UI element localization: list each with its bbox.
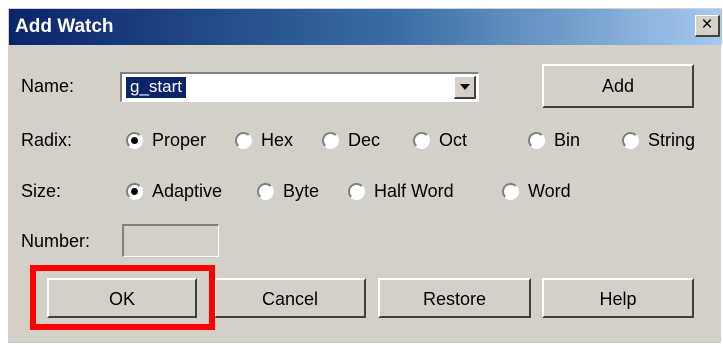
size-option-byte[interactable]: Byte (283, 181, 319, 202)
radix-radio-proper[interactable] (126, 132, 143, 149)
radix-radio-oct[interactable] (413, 132, 430, 149)
size-option-word[interactable]: Word (528, 181, 571, 202)
size-radio-word[interactable] (502, 183, 519, 200)
radix-radio-hex[interactable] (235, 132, 252, 149)
radix-option-oct[interactable]: Oct (439, 130, 467, 151)
radix-option-proper[interactable]: Proper (152, 130, 206, 151)
close-button[interactable]: × (695, 15, 720, 37)
radix-option-dec[interactable]: Dec (348, 130, 380, 151)
radix-option-hex[interactable]: Hex (261, 130, 293, 151)
cancel-button-label: Cancel (261, 289, 319, 309)
name-label: Name: (21, 76, 75, 96)
add-watch-dialog: Add Watch × Name: g_start Add Radix: Pro… (8, 8, 722, 343)
help-button-label: Help (599, 289, 637, 309)
close-icon: × (701, 14, 713, 35)
title-bar: Add Watch × (9, 9, 722, 45)
help-button[interactable]: Help (542, 278, 694, 318)
size-label: Size: (21, 181, 62, 201)
size-radio-byte[interactable] (257, 183, 274, 200)
name-combobox[interactable]: g_start (120, 72, 479, 102)
ok-button-highlight (30, 265, 215, 330)
restore-button[interactable]: Restore (378, 278, 531, 318)
radix-radio-bin[interactable] (528, 132, 545, 149)
size-radio-adaptive[interactable] (126, 183, 143, 200)
dialog-title: Add Watch (15, 16, 114, 37)
radix-label: Radix: (21, 130, 73, 150)
radix-radio-dec[interactable] (322, 132, 339, 149)
radio-selected-dot (131, 137, 138, 144)
add-button-label: Add (601, 76, 635, 96)
restore-button-label: Restore (422, 289, 487, 309)
name-combobox-value[interactable]: g_start (126, 77, 186, 98)
radix-option-bin[interactable]: Bin (554, 130, 580, 151)
add-button[interactable]: Add (542, 64, 694, 108)
size-option-half-word[interactable]: Half Word (374, 181, 454, 202)
size-radio-half-word[interactable] (348, 183, 365, 200)
number-label: Number: (21, 231, 91, 251)
combobox-dropdown-button[interactable] (454, 76, 476, 99)
cancel-button[interactable]: Cancel (214, 278, 366, 318)
radix-radio-string[interactable] (622, 132, 639, 149)
chevron-down-icon (460, 84, 470, 90)
radix-option-string[interactable]: String (648, 130, 695, 151)
number-field[interactable] (122, 224, 219, 257)
radio-selected-dot (131, 188, 138, 195)
size-option-adaptive[interactable]: Adaptive (152, 181, 222, 202)
